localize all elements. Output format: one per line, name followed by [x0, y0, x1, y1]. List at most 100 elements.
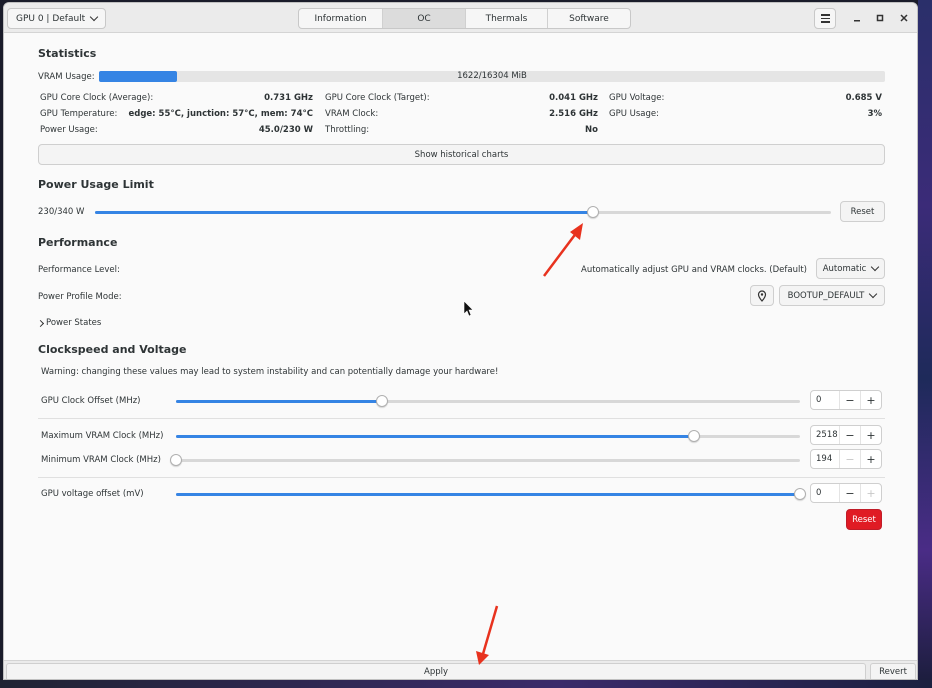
- desktop-background-bottom: [0, 680, 932, 688]
- power-usage-value: 45.0/230 W: [258, 125, 313, 135]
- close-icon: [900, 14, 908, 22]
- max-vram-clock-increment[interactable]: +: [860, 426, 881, 444]
- gpu-selector-label: GPU 0 | Default: [16, 13, 86, 24]
- gpu-voltage-offset-slider-handle[interactable]: [794, 488, 806, 500]
- statistics-title: Statistics: [38, 47, 97, 60]
- min-vram-clock-decrement[interactable]: −: [839, 450, 860, 468]
- tab-information[interactable]: Information: [299, 9, 383, 28]
- gpu-core-clock-target-value: 0.041 GHz: [549, 93, 598, 103]
- gpu-selector[interactable]: GPU 0 | Default: [7, 8, 107, 29]
- show-historical-charts-button[interactable]: Show historical charts: [38, 144, 885, 165]
- gpu-voltage-offset-label: GPU voltage offset (mV): [41, 489, 144, 499]
- vram-usage-value: 1622/16304 MiB: [457, 71, 527, 81]
- vram-clock-label: VRAM Clock:: [325, 109, 379, 119]
- min-vram-clock-spinner: 194 − +: [810, 449, 882, 469]
- close-button[interactable]: [897, 11, 911, 25]
- power-profile-info-button[interactable]: [750, 285, 774, 306]
- power-limit-slider[interactable]: [95, 206, 831, 218]
- performance-level-description: Automatically adjust GPU and VRAM clocks…: [581, 265, 807, 275]
- footer-bar: Apply Revert: [4, 660, 917, 679]
- gpu-temperature-label: GPU Temperature:: [40, 109, 118, 119]
- main-menu-button[interactable]: [814, 8, 836, 29]
- chevron-down-icon: [89, 12, 99, 22]
- min-vram-clock-label: Minimum VRAM Clock (MHz): [41, 455, 161, 465]
- gpu-clock-offset-spinner: 0 − +: [810, 390, 882, 410]
- divider: [38, 418, 885, 419]
- gpu-core-clock-avg-label: GPU Core Clock (Average):: [40, 93, 154, 103]
- power-limit-reset-button[interactable]: Reset: [840, 201, 885, 222]
- app-window: GPU 0 | Default Information OC Thermals …: [3, 2, 918, 680]
- gpu-core-clock-avg-value: 0.731 GHz: [264, 93, 313, 103]
- hamburger-icon: [820, 14, 830, 16]
- max-vram-clock-input[interactable]: 2518: [811, 430, 839, 440]
- power-states-expander[interactable]: Power States: [36, 318, 102, 328]
- gpu-clock-offset-slider-fill: [176, 400, 382, 403]
- power-limit-value-label: 230/340 W: [38, 207, 85, 217]
- minimize-icon: [854, 20, 860, 22]
- chevron-down-icon: [869, 289, 878, 299]
- max-vram-clock-spinner: 2518 − +: [810, 425, 882, 445]
- gpu-core-clock-target-label: GPU Core Clock (Target):: [325, 93, 430, 103]
- gpu-voltage-value: 0.685 V: [845, 93, 882, 103]
- power-usage-label: Power Usage:: [40, 125, 98, 135]
- gpu-voltage-offset-slider-fill: [176, 493, 800, 496]
- min-vram-clock-slider[interactable]: [170, 454, 800, 466]
- gpu-voltage-offset-slider[interactable]: [176, 488, 806, 500]
- gpu-voltage-offset-spinner: 0 − +: [810, 483, 882, 503]
- vram-clock-value: 2.516 GHz: [549, 109, 598, 119]
- location-pin-icon: [757, 289, 767, 302]
- min-vram-clock-slider-handle[interactable]: [170, 454, 182, 466]
- gpu-clock-offset-slider[interactable]: [176, 395, 800, 407]
- min-vram-clock-input[interactable]: 194: [811, 454, 839, 464]
- chevron-right-icon: [36, 319, 45, 327]
- maximize-button[interactable]: [873, 11, 887, 25]
- gpu-clock-offset-increment[interactable]: +: [860, 391, 881, 409]
- power-limit-title: Power Usage Limit: [38, 178, 154, 191]
- gpu-voltage-offset-increment[interactable]: +: [860, 484, 881, 502]
- chevron-down-icon: [871, 262, 880, 272]
- tab-bar: Information OC Thermals Software: [298, 8, 631, 29]
- gpu-voltage-offset-decrement[interactable]: −: [839, 484, 860, 502]
- max-vram-clock-label: Maximum VRAM Clock (MHz): [41, 431, 164, 441]
- power-states-label: Power States: [46, 318, 102, 328]
- tab-thermals[interactable]: Thermals: [466, 9, 548, 28]
- gpu-temperature-value: edge: 55°C, junction: 57°C, mem: 74°C: [128, 109, 313, 119]
- throttling-label: Throttling:: [325, 125, 370, 135]
- tab-oc[interactable]: OC: [383, 9, 466, 28]
- performance-level-selected: Automatic: [822, 263, 867, 274]
- performance-title: Performance: [38, 236, 118, 249]
- power-profile-dropdown[interactable]: BOOTUP_DEFAULT: [779, 285, 885, 306]
- gpu-clock-offset-label: GPU Clock Offset (MHz): [41, 396, 141, 406]
- apply-button[interactable]: Apply: [6, 663, 866, 679]
- power-profile-mode-label: Power Profile Mode:: [38, 292, 122, 302]
- performance-level-dropdown[interactable]: Automatic: [816, 258, 885, 279]
- revert-button[interactable]: Revert: [870, 663, 916, 679]
- gpu-voltage-offset-input[interactable]: 0: [811, 488, 839, 498]
- gpu-clock-offset-decrement[interactable]: −: [839, 391, 860, 409]
- max-vram-clock-slider-fill: [176, 435, 694, 438]
- power-limit-slider-fill: [95, 211, 593, 214]
- vram-usage-label: VRAM Usage:: [38, 72, 95, 82]
- gpu-usage-label: GPU Usage:: [609, 109, 659, 119]
- max-vram-clock-slider[interactable]: [176, 430, 800, 442]
- clockspeed-title: Clockspeed and Voltage: [38, 343, 187, 356]
- throttling-value: No: [585, 125, 598, 135]
- vram-usage-bar: 1622/16304 MiB: [99, 71, 885, 82]
- gpu-usage-value: 3%: [867, 109, 882, 119]
- power-limit-slider-handle[interactable]: [586, 206, 599, 218]
- gpu-clock-offset-slider-handle[interactable]: [375, 395, 388, 407]
- tab-software[interactable]: Software: [548, 9, 630, 28]
- min-vram-clock-increment[interactable]: +: [860, 450, 881, 468]
- max-vram-clock-slider-handle[interactable]: [687, 430, 700, 442]
- minimize-button[interactable]: [850, 11, 864, 25]
- header-bar: GPU 0 | Default Information OC Thermals …: [4, 3, 917, 33]
- clockspeed-warning: Warning: changing these values may lead …: [41, 367, 499, 377]
- max-vram-clock-decrement[interactable]: −: [839, 426, 860, 444]
- gpu-voltage-label: GPU Voltage:: [609, 93, 665, 103]
- gpu-clock-offset-input[interactable]: 0: [811, 395, 839, 405]
- oc-page: Statistics VRAM Usage: 1622/16304 MiB GP…: [4, 34, 917, 660]
- maximize-icon: [876, 14, 884, 22]
- performance-level-label: Performance Level:: [38, 265, 120, 275]
- clockspeed-reset-button[interactable]: Reset: [846, 509, 882, 530]
- desktop-background-edge: [918, 0, 932, 688]
